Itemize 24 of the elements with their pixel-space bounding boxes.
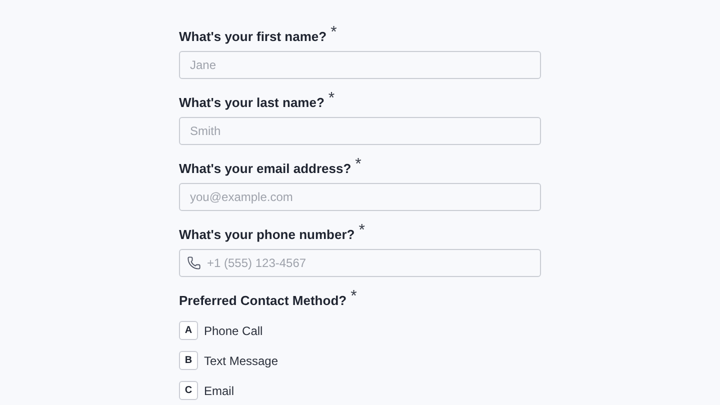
input-field[interactable]: Smith (179, 117, 541, 145)
choice-option[interactable]: A Phone Call (179, 321, 541, 340)
option-key: C (179, 381, 198, 400)
option-label: Text Message (204, 352, 278, 370)
choice-option[interactable]: C Email (179, 381, 541, 400)
input-field[interactable]: +1 (555) 123-4567 (179, 249, 541, 277)
input-field[interactable]: you@example.com (179, 183, 541, 211)
input-field[interactable]: Jane (179, 51, 541, 79)
field-label: What's your last name? (179, 94, 324, 112)
field-label: What's your email address? (179, 160, 352, 178)
field-label: Preferred Contact Method? (179, 292, 347, 310)
phone-icon (187, 256, 201, 270)
option-key: A (179, 321, 198, 340)
required-asterisk: * (328, 91, 335, 107)
choice-option[interactable]: B Text Message (179, 351, 541, 370)
field-label: What's your first name? (179, 28, 327, 46)
option-label: Phone Call (204, 322, 263, 340)
required-asterisk: * (330, 25, 337, 41)
required-asterisk: * (355, 157, 362, 173)
field-label: What's your phone number? (179, 226, 355, 244)
required-asterisk: * (350, 289, 357, 305)
required-asterisk: * (358, 223, 365, 239)
option-label: Email (204, 382, 234, 400)
option-key: B (179, 351, 198, 370)
